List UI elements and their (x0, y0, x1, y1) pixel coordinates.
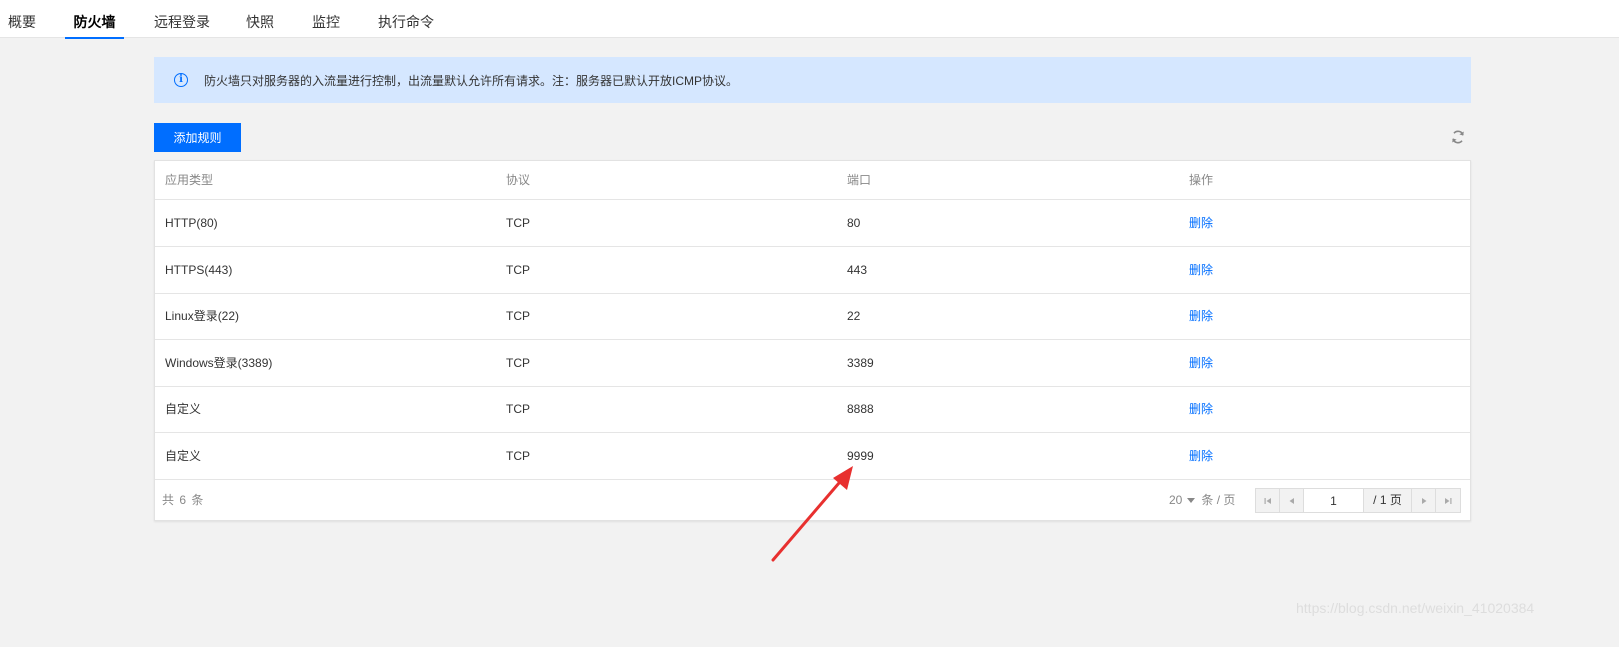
firewall-rules-table: 应用类型 协议 端口 操作 HTTP(80) TCP 80 删除 HTTPS(4… (154, 160, 1471, 521)
tab-remote-login[interactable]: 远程登录 (154, 0, 210, 38)
cell-app-type: HTTPS(443) (165, 263, 233, 277)
cell-protocol: TCP (506, 402, 530, 416)
prev-page-icon[interactable] (1280, 489, 1304, 512)
tab-execute-command[interactable]: 执行命令 (378, 0, 434, 38)
watermark: https://blog.csdn.net/weixin_41020384 (1296, 600, 1535, 616)
table-row: Linux登录(22) TCP 22 删除 (155, 293, 1470, 340)
cell-port: 443 (847, 263, 868, 277)
cell-app-type: 自定义 (165, 449, 202, 463)
cell-app-type: HTTP(80) (165, 216, 218, 230)
info-banner-text: 防火墙只对服务器的入流量进行控制，出流量默认允许所有请求。注：服务器已默认开放I… (204, 73, 739, 88)
refresh-icon[interactable] (1450, 129, 1466, 145)
tab-overview[interactable]: 概要 (8, 0, 36, 38)
total-count: 共 6 条 (162, 493, 205, 507)
page-size-value: 20 (1169, 493, 1183, 507)
table-row: HTTP(80) TCP 80 删除 (155, 200, 1470, 247)
delete-link[interactable]: 删除 (1189, 247, 1213, 293)
cell-protocol: TCP (506, 216, 530, 230)
first-page-icon[interactable] (1256, 489, 1280, 512)
cell-port: 8888 (847, 402, 874, 416)
cell-protocol: TCP (506, 309, 530, 323)
last-page-icon[interactable] (1436, 489, 1460, 512)
table-row: 自定义 TCP 9999 删除 (155, 433, 1470, 480)
delete-link[interactable]: 删除 (1189, 433, 1213, 479)
pagination: / 1 页 (1255, 488, 1461, 513)
add-rule-button[interactable]: 添加规则 (154, 123, 241, 152)
cell-protocol: TCP (506, 449, 530, 463)
cell-app-type: Windows登录(3389) (165, 356, 273, 370)
cell-port: 80 (847, 216, 861, 230)
cell-port: 22 (847, 309, 861, 323)
column-header-action: 操作 (1189, 173, 1214, 187)
table-row: HTTPS(443) TCP 443 删除 (155, 247, 1470, 294)
page-size-unit: 条 / 页 (1201, 493, 1236, 507)
tab-monitor[interactable]: 监控 (312, 0, 340, 38)
tab-firewall[interactable]: 防火墙 (65, 0, 124, 39)
page-number-input[interactable] (1304, 489, 1364, 512)
column-header-app-type: 应用类型 (165, 173, 214, 187)
next-page-icon[interactable] (1412, 489, 1436, 512)
table-footer: 共 6 条 20 条 / 页 / 1 页 (155, 480, 1470, 521)
cell-app-type: Linux登录(22) (165, 309, 240, 323)
column-header-protocol: 协议 (506, 173, 531, 187)
info-icon: i (174, 73, 188, 87)
delete-link[interactable]: 删除 (1189, 293, 1213, 339)
info-banner: i 防火墙只对服务器的入流量进行控制，出流量默认允许所有请求。注：服务器已默认开… (154, 57, 1471, 103)
total-pages: / 1 页 (1364, 489, 1412, 512)
cell-port: 9999 (847, 449, 874, 463)
table-header: 应用类型 协议 端口 操作 (155, 161, 1470, 200)
delete-link[interactable]: 删除 (1189, 386, 1213, 432)
table-row: Windows登录(3389) TCP 3389 删除 (155, 340, 1470, 387)
cell-port: 3389 (847, 356, 874, 370)
cell-protocol: TCP (506, 356, 530, 370)
page-size-select[interactable]: 20 条 / 页 (1169, 480, 1235, 521)
column-header-port: 端口 (847, 173, 872, 187)
table-row: 自定义 TCP 8888 删除 (155, 386, 1470, 433)
tab-bar: 概要 防火墙 远程登录 快照 监控 执行命令 (0, 0, 1619, 39)
tab-snapshot[interactable]: 快照 (246, 0, 274, 38)
caret-down-icon (1187, 497, 1196, 503)
delete-link[interactable]: 删除 (1189, 340, 1213, 386)
cell-protocol: TCP (506, 263, 530, 277)
cell-app-type: 自定义 (165, 402, 202, 416)
delete-link[interactable]: 删除 (1189, 200, 1213, 246)
